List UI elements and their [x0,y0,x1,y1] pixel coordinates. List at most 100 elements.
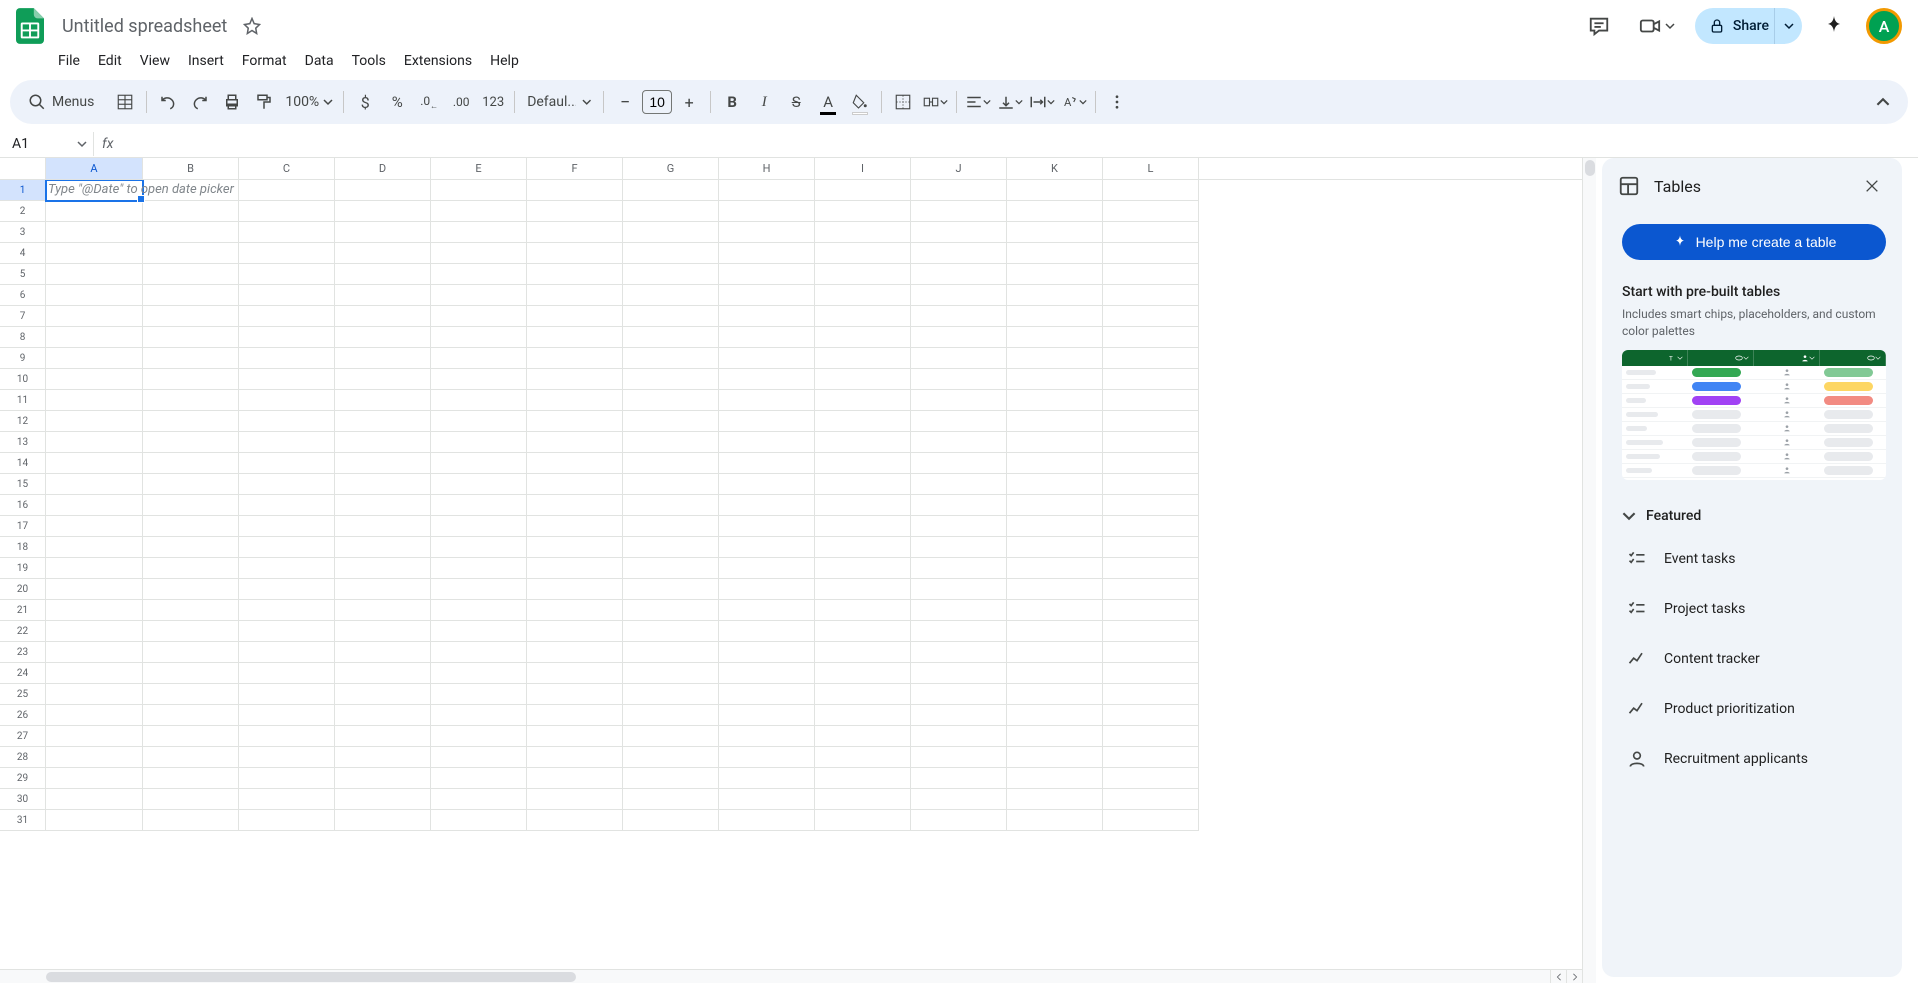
cell-I12[interactable] [815,411,911,432]
cell-E28[interactable] [431,747,527,768]
cell-D22[interactable] [335,621,431,642]
menu-edit[interactable]: Edit [90,49,130,73]
template-product-prioritization[interactable]: Product prioritization [1622,684,1886,734]
cell-C25[interactable] [239,684,335,705]
cell-H14[interactable] [719,453,815,474]
sheets-toggle-button[interactable] [110,87,140,117]
column-header-L[interactable]: L [1103,158,1199,179]
menu-view[interactable]: View [132,49,178,73]
cell-I4[interactable] [815,243,911,264]
cell-H23[interactable] [719,642,815,663]
row-header-12[interactable]: 12 [0,411,46,432]
cell-J15[interactable] [911,474,1007,495]
cell-G17[interactable] [623,516,719,537]
cell-F18[interactable] [527,537,623,558]
row-header-14[interactable]: 14 [0,453,46,474]
cell-B8[interactable] [143,327,239,348]
cell-C6[interactable] [239,285,335,306]
cell-D2[interactable] [335,201,431,222]
cell-L9[interactable] [1103,348,1199,369]
name-box[interactable]: A1 [6,132,94,156]
cell-I27[interactable] [815,726,911,747]
cell-F6[interactable] [527,285,623,306]
meet-button[interactable] [1631,8,1683,44]
cell-H7[interactable] [719,306,815,327]
cell-K13[interactable] [1007,432,1103,453]
cell-K12[interactable] [1007,411,1103,432]
cell-E11[interactable] [431,390,527,411]
cell-D13[interactable] [335,432,431,453]
cell-L10[interactable] [1103,369,1199,390]
cell-I18[interactable] [815,537,911,558]
cell-H20[interactable] [719,579,815,600]
cell-E30[interactable] [431,789,527,810]
cell-E3[interactable] [431,222,527,243]
cell-L29[interactable] [1103,768,1199,789]
cell-C4[interactable] [239,243,335,264]
cell-K28[interactable] [1007,747,1103,768]
cell-C17[interactable] [239,516,335,537]
cell-K29[interactable] [1007,768,1103,789]
cell-F30[interactable] [527,789,623,810]
column-header-E[interactable]: E [431,158,527,179]
cell-I19[interactable] [815,558,911,579]
cell-A2[interactable] [46,201,143,222]
cell-B16[interactable] [143,495,239,516]
cell-D7[interactable] [335,306,431,327]
cell-F14[interactable] [527,453,623,474]
cell-J23[interactable] [911,642,1007,663]
cell-F16[interactable] [527,495,623,516]
cell-B17[interactable] [143,516,239,537]
row-header-22[interactable]: 22 [0,621,46,642]
cell-G12[interactable] [623,411,719,432]
column-header-C[interactable]: C [239,158,335,179]
cell-E21[interactable] [431,600,527,621]
cell-E12[interactable] [431,411,527,432]
strikethrough-button[interactable]: S [781,87,811,117]
cell-H6[interactable] [719,285,815,306]
cell-A21[interactable] [46,600,143,621]
cell-D14[interactable] [335,453,431,474]
cell-G21[interactable] [623,600,719,621]
cell-A3[interactable] [46,222,143,243]
cell-J31[interactable] [911,810,1007,831]
cell-B23[interactable] [143,642,239,663]
cell-E5[interactable] [431,264,527,285]
cell-E10[interactable] [431,369,527,390]
cell-G30[interactable] [623,789,719,810]
column-header-F[interactable]: F [527,158,623,179]
decrease-decimal-button[interactable]: .0← [414,87,444,117]
cell-K22[interactable] [1007,621,1103,642]
template-event-tasks[interactable]: Event tasks [1622,534,1886,584]
cell-G16[interactable] [623,495,719,516]
cell-I5[interactable] [815,264,911,285]
menu-insert[interactable]: Insert [180,49,232,73]
cell-F13[interactable] [527,432,623,453]
cell-C15[interactable] [239,474,335,495]
cell-F23[interactable] [527,642,623,663]
cell-K26[interactable] [1007,705,1103,726]
cell-I9[interactable] [815,348,911,369]
help-create-table-button[interactable]: Help me create a table [1622,224,1886,260]
cell-K14[interactable] [1007,453,1103,474]
row-header-6[interactable]: 6 [0,285,46,306]
cell-H24[interactable] [719,663,815,684]
cell-K5[interactable] [1007,264,1103,285]
cell-K11[interactable] [1007,390,1103,411]
cell-B14[interactable] [143,453,239,474]
cell-F10[interactable] [527,369,623,390]
cell-K27[interactable] [1007,726,1103,747]
cell-G11[interactable] [623,390,719,411]
cell-H4[interactable] [719,243,815,264]
cell-I31[interactable] [815,810,911,831]
cell-I20[interactable] [815,579,911,600]
cell-B24[interactable] [143,663,239,684]
cell-F4[interactable] [527,243,623,264]
cell-E1[interactable] [431,180,527,201]
cell-F25[interactable] [527,684,623,705]
cell-H16[interactable] [719,495,815,516]
row-header-23[interactable]: 23 [0,642,46,663]
cell-K17[interactable] [1007,516,1103,537]
cell-G29[interactable] [623,768,719,789]
cell-J10[interactable] [911,369,1007,390]
